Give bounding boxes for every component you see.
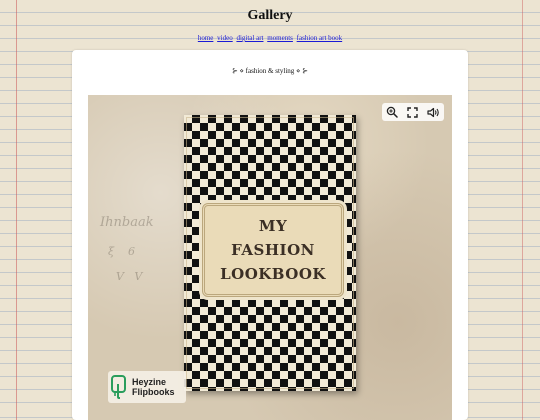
viewer-toolbar [382, 103, 444, 121]
nav-bar: home video digital art moments fashion a… [0, 33, 540, 43]
nav-link-moments[interactable]: moments [267, 34, 293, 42]
zoom-in-icon[interactable] [385, 105, 399, 119]
heyzine-logo-icon [111, 375, 129, 399]
fullscreen-icon[interactable] [406, 105, 420, 119]
background-script: V V [116, 270, 143, 283]
brand-line-2: Flipbooks [132, 387, 175, 397]
background-script: Ihnbaak [100, 215, 154, 230]
brand-line-1: Heyzine [132, 377, 167, 387]
brand-text: Heyzine Flipbooks [132, 377, 175, 397]
book-title-line-1: MY [258, 217, 288, 235]
heyzine-brand-badge[interactable]: Heyzine Flipbooks [108, 371, 186, 403]
section-title: ⊱ ⋄ fashion & styling ⋄ ⊱ [231, 67, 309, 75]
book-cover[interactable]: MY FASHION LOOKBOOK [184, 115, 356, 391]
book-title-label: MY FASHION LOOKBOOK [202, 203, 344, 297]
flipbook-viewer[interactable]: Ihnbaak ξ 6 V V MY FASHION LOOKBOOK Heyz… [88, 95, 452, 420]
sound-icon[interactable] [427, 105, 441, 119]
nav-link-fashion-art-book[interactable]: fashion art book [297, 34, 343, 42]
nav-link-digital-art[interactable]: digital art [236, 34, 263, 42]
book-title-line-2: FASHION [231, 241, 315, 259]
nav-link-home[interactable]: home [198, 34, 214, 42]
site-title: Gallery [247, 8, 293, 23]
content-panel: ⊱ ⋄ fashion & styling ⋄ ⊱ Ihnbaak ξ 6 V … [72, 50, 468, 420]
background-script: ξ 6 [108, 245, 136, 258]
book-title-line-3: LOOKBOOK [220, 265, 326, 283]
nav-link-video[interactable]: video [217, 34, 233, 42]
